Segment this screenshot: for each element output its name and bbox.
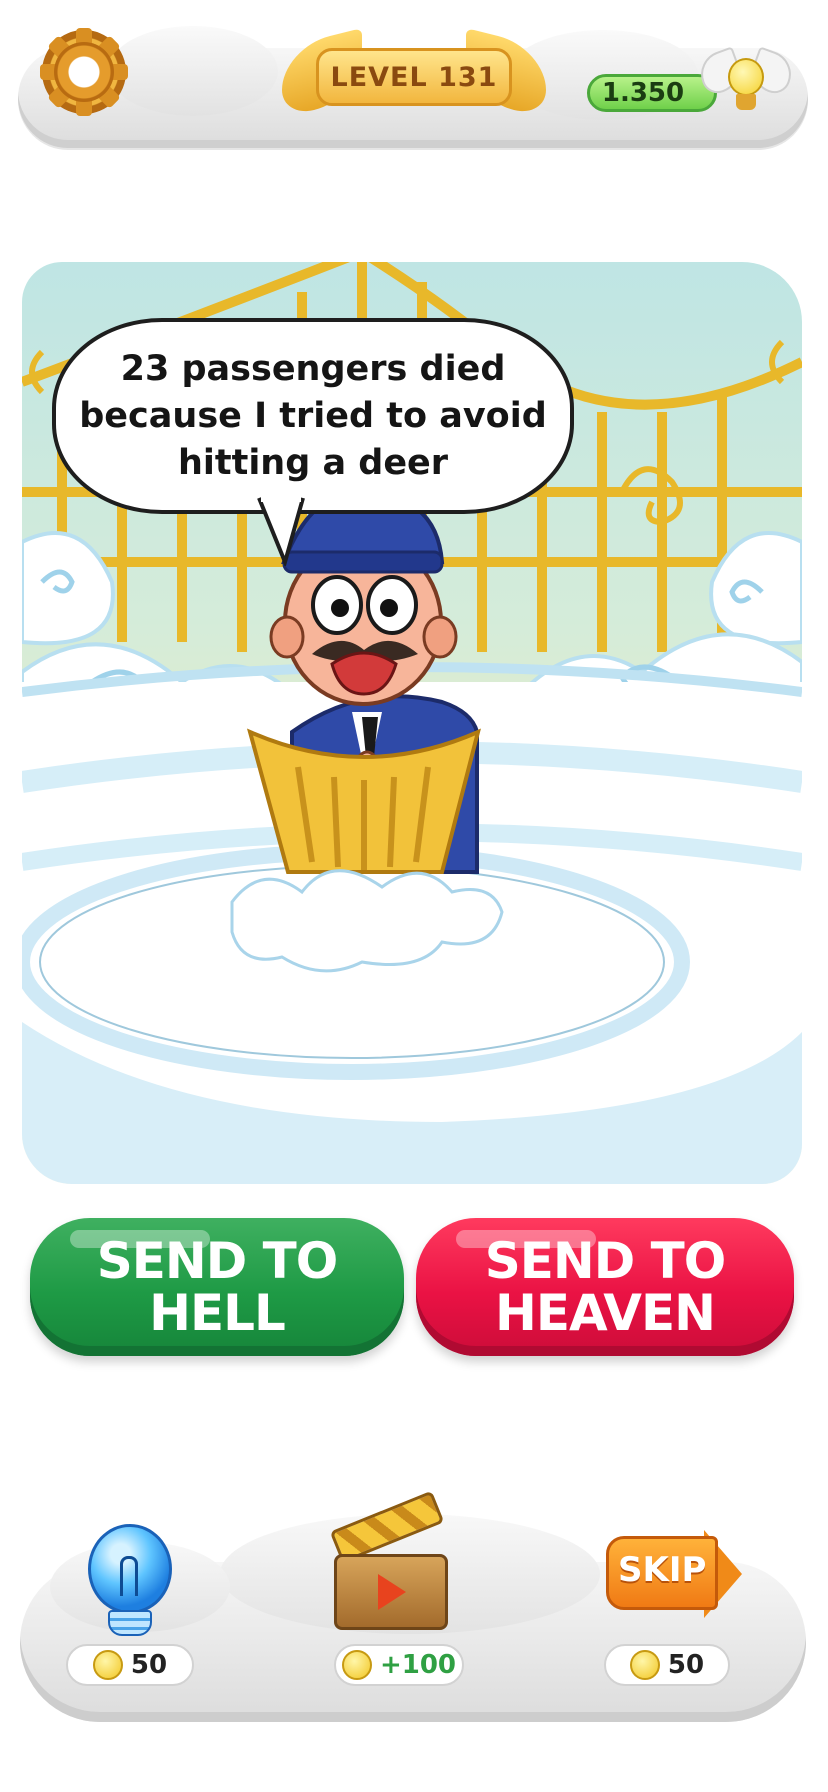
video-reward: +100 (379, 1650, 457, 1680)
coin-balance[interactable]: 1.350 (587, 74, 717, 112)
skip-cost-pill[interactable]: 50 (604, 1644, 730, 1686)
watch-video-clapperboard-icon[interactable] (326, 1490, 456, 1634)
hint-cost-pill[interactable]: 50 (66, 1644, 194, 1686)
skip-label: SKIP (618, 1550, 707, 1590)
winged-bulb-icon (629, 1650, 660, 1680)
skip-cost: 50 (667, 1650, 705, 1680)
hint-lightbulb-icon[interactable] (86, 1524, 176, 1644)
video-reward-pill[interactable]: +100 (334, 1644, 464, 1686)
hint-cost: 50 (130, 1650, 168, 1680)
confession-text: 23 passengers died because I tried to av… (79, 348, 547, 483)
level-label: LEVEL 131 (316, 48, 512, 106)
settings-gear-icon[interactable] (40, 28, 128, 116)
speech-bubble: 23 passengers died because I tried to av… (52, 318, 574, 514)
level-badge: LEVEL 131 (282, 28, 546, 118)
send-to-heaven-button[interactable]: SEND TO HEAVEN (416, 1218, 794, 1356)
winged-bulb-icon (92, 1650, 123, 1680)
send-to-hell-button[interactable]: SEND TO HELL (30, 1218, 404, 1356)
skip-button[interactable]: SKIP (606, 1530, 742, 1620)
winged-bulb-icon[interactable] (694, 44, 798, 122)
speech-bubble-tail (257, 496, 305, 566)
winged-bulb-icon (341, 1650, 372, 1680)
